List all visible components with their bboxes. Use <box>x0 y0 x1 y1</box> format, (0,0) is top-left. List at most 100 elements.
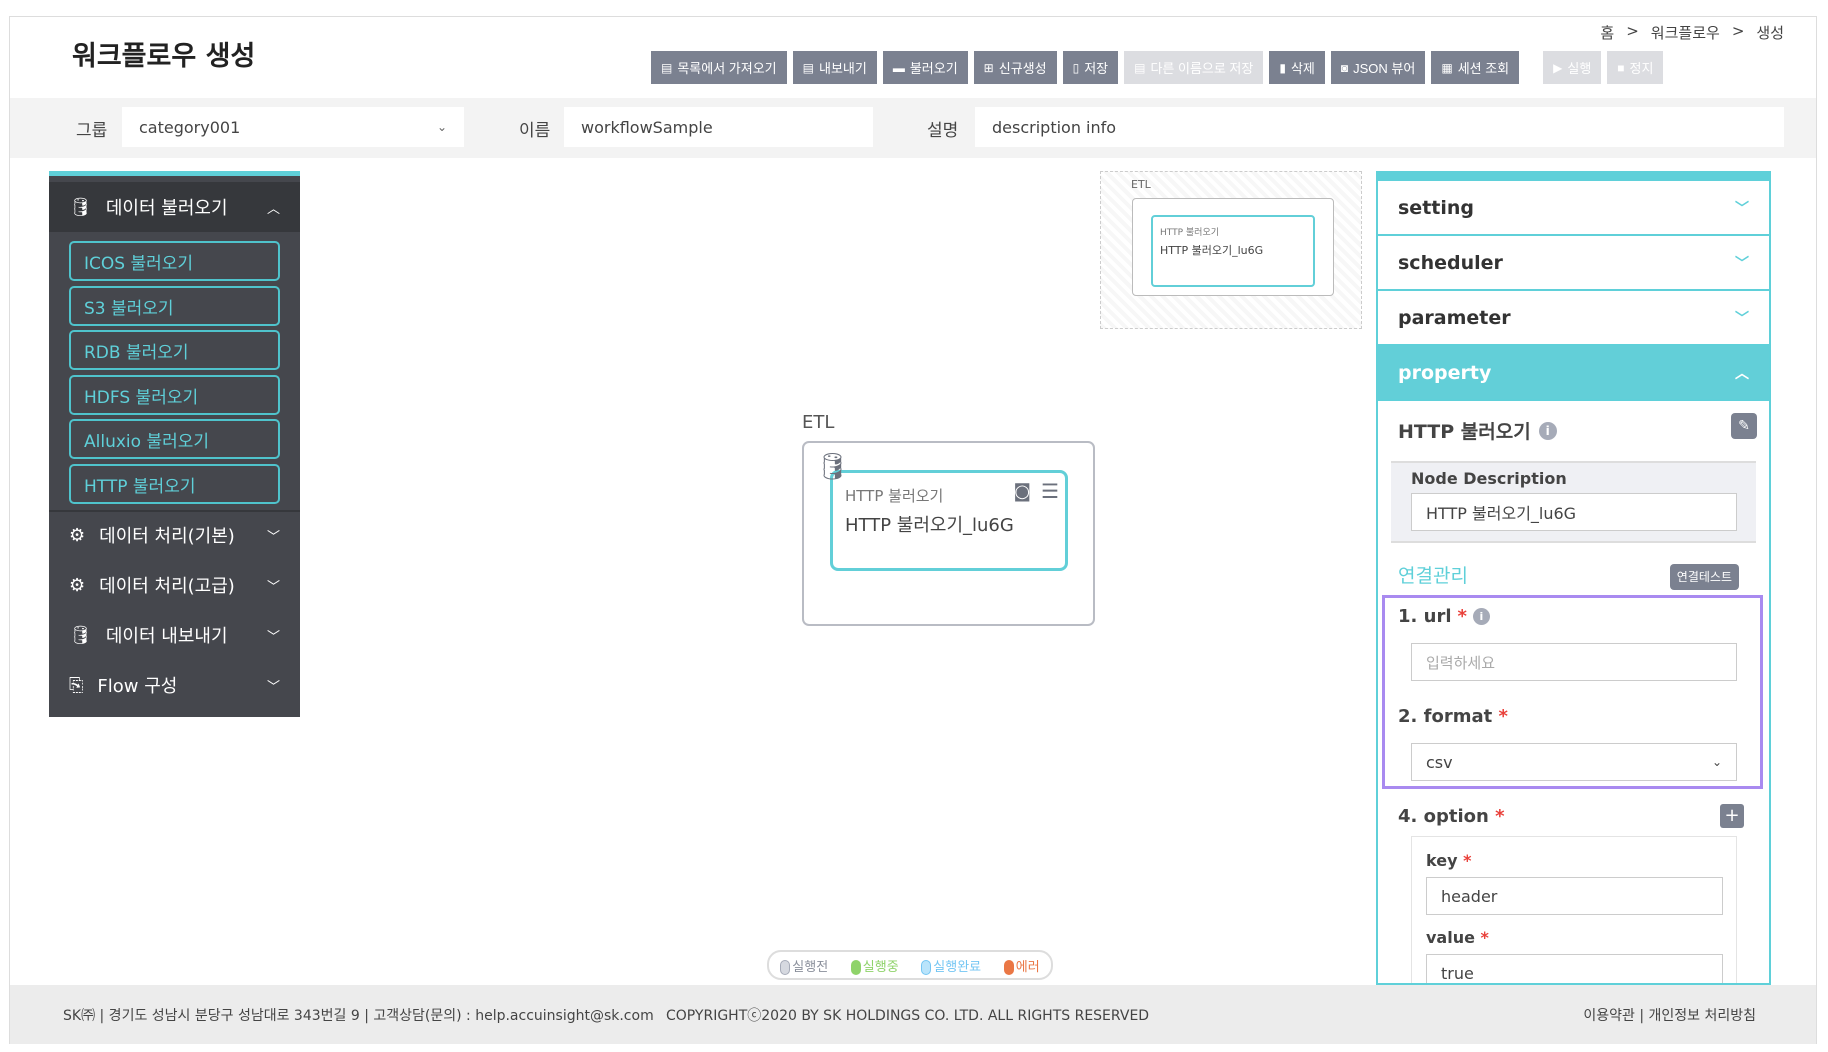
section-data-processing-basic[interactable]: ⚙ 데이터 처리(기본) ﹀ <box>49 510 300 560</box>
status-dot-icon <box>780 959 791 975</box>
description-input[interactable]: description info <box>975 107 1784 147</box>
url-label: 1. url * i <box>1398 606 1490 627</box>
breadcrumb-home[interactable]: 홈 <box>1600 22 1614 43</box>
run-button[interactable]: ▶ 실행 <box>1543 51 1602 84</box>
connection-test-button[interactable]: 연결테스트 <box>1669 564 1739 590</box>
section-data-import[interactable]: 🛢 데이터 불러오기 ︿ <box>49 182 300 232</box>
gear-icon: ⚙ <box>69 574 86 596</box>
chevron-down-icon: ﹀ <box>266 629 280 645</box>
format-select[interactable]: csv ⌄ <box>1411 743 1737 781</box>
accordion-property[interactable]: property ︿ <box>1378 346 1769 401</box>
breadcrumb: 홈 > 워크플로우 > 생성 <box>1600 22 1784 43</box>
section-data-export[interactable]: 🛢 데이터 내보내기 ﹀ <box>49 610 300 660</box>
info-icon[interactable]: i <box>1472 608 1490 625</box>
chevron-down-icon: ﹀ <box>1735 200 1749 217</box>
section-label: Flow 구성 <box>97 676 178 697</box>
button-label: 세션 조회 <box>1457 61 1510 76</box>
json-icon: ◙ <box>1340 60 1349 75</box>
export-button[interactable]: ▤ 내보내기 <box>792 51 877 84</box>
info-icon[interactable]: i <box>1538 421 1557 440</box>
option-label: 4. option * <box>1398 806 1505 827</box>
legend-item: 실행완료 <box>921 956 981 975</box>
group-label: 그룹 <box>76 121 108 141</box>
http-node[interactable]: HTTP 불러오기 HTTP 불러오기_lu6G ◙ ☰ <box>830 470 1068 571</box>
button-label: 다른 이름으로 저장 <box>1150 61 1254 76</box>
node-palette: 🛢 데이터 불러오기 ︿ ICOS 불러오기 S3 불러오기 RDB 불러오기 HD… <box>49 171 300 717</box>
legend-item: 에러 <box>1003 956 1040 975</box>
button-label: 삭제 <box>1290 61 1315 76</box>
palette-item-icos[interactable]: ICOS 불러오기 <box>69 241 280 281</box>
group-label: ETL <box>802 412 835 433</box>
minimap[interactable]: ETL HTTP 불러오기 HTTP 불러오기_lu6G <box>1100 171 1362 329</box>
plus-square-icon: ⊞ <box>983 60 994 75</box>
value-input[interactable]: true <box>1426 954 1723 983</box>
add-option-button[interactable]: + <box>1720 804 1744 828</box>
footer-terms-link[interactable]: 이용약관 | 개인정보 처리방침 <box>1583 1005 1756 1025</box>
chevron-down-icon: ﹀ <box>266 529 280 545</box>
name-input[interactable]: workflowSample <box>564 107 873 147</box>
accordion-setting[interactable]: setting ﹀ <box>1378 181 1769 236</box>
description-label: 설명 <box>927 121 959 141</box>
accordion-parameter[interactable]: parameter ﹀ <box>1378 291 1769 346</box>
section-label: 데이터 처리(고급) <box>99 576 235 597</box>
url-input[interactable]: 입력하세요 <box>1411 643 1737 681</box>
breadcrumb-workflow[interactable]: 워크플로우 <box>1651 22 1720 43</box>
save-button[interactable]: ▯ 저장 <box>1062 51 1119 84</box>
section-label: 데이터 처리(기본) <box>99 526 235 547</box>
edit-icon[interactable]: ✎ <box>1731 413 1757 439</box>
camera-icon[interactable]: ◙ <box>1014 481 1031 502</box>
name-label: 이름 <box>519 121 551 141</box>
node-name: HTTP 불러오기_lu6G <box>845 515 1014 536</box>
legend-item: 실행전 <box>780 956 828 975</box>
load-button[interactable]: ▬ 불러오기 <box>882 51 968 84</box>
section-label: 데이터 내보내기 <box>105 626 228 647</box>
list-icon[interactable]: ☰ <box>1041 479 1059 503</box>
import-from-list-button[interactable]: ▤ 목록에서 가져오기 <box>651 51 787 84</box>
session-search-button[interactable]: ▦ 세션 조회 <box>1431 51 1520 84</box>
save-as-icon: ▤ <box>1134 60 1146 75</box>
delete-button[interactable]: ▮ 삭제 <box>1269 51 1325 84</box>
save-icon: ▯ <box>1072 60 1080 75</box>
group-select[interactable]: category001 ⌄ <box>122 107 464 147</box>
chevron-down-icon: ﹀ <box>1735 255 1749 272</box>
key-input[interactable]: header <box>1426 877 1723 915</box>
palette-item-hdfs[interactable]: HDFS 불러오기 <box>69 375 280 415</box>
option-item: key * header value * true <box>1411 836 1737 983</box>
footer: SK㈜ | 경기도 성남시 분당구 성남대로 343번길 9 | 고객상담(문의… <box>10 985 1816 1044</box>
section-label: 데이터 불러오기 <box>105 198 228 219</box>
value-label: value * <box>1426 928 1489 947</box>
page-title: 워크플로우 생성 <box>72 41 256 72</box>
node-type: HTTP 불러오기 <box>845 487 944 505</box>
chevron-down-icon: ⌄ <box>436 120 447 134</box>
save-as-button[interactable]: ▤ 다른 이름으로 저장 <box>1124 51 1264 84</box>
chevron-up-icon: ︿ <box>1735 365 1749 382</box>
stop-button[interactable]: ■ 정지 <box>1607 51 1664 84</box>
play-icon: ▶ <box>1553 60 1563 75</box>
database-import-icon: 🛢 <box>69 196 92 218</box>
node-title: HTTP 불러오기 i <box>1398 417 1557 444</box>
status-dot-icon <box>850 959 861 975</box>
button-label: 불러오기 <box>909 61 958 76</box>
node-description-input[interactable]: HTTP 불러오기_lu6G <box>1411 493 1737 531</box>
minimap-node-name: HTTP 불러오기_lu6G <box>1160 244 1264 257</box>
button-label: 정지 <box>1629 61 1654 76</box>
palette-item-rdb[interactable]: RDB 불러오기 <box>69 330 280 370</box>
minimap-node-type: HTTP 불러오기 <box>1160 228 1220 238</box>
node-description-section: Node Description HTTP 불러오기_lu6G <box>1391 461 1756 543</box>
format-value: csv <box>1426 752 1453 772</box>
palette-item-s3[interactable]: S3 불러오기 <box>69 286 280 326</box>
palette-item-http[interactable]: HTTP 불러오기 <box>69 464 280 504</box>
format-label: 2. format * <box>1398 706 1508 727</box>
new-button[interactable]: ⊞ 신규생성 <box>973 51 1057 84</box>
accordion-scheduler[interactable]: scheduler ﹀ <box>1378 236 1769 291</box>
minimap-node: HTTP 불러오기 HTTP 불러오기_lu6G <box>1151 215 1315 287</box>
button-label: 실행 <box>1567 61 1592 76</box>
minimap-group-label: ETL <box>1131 178 1151 191</box>
section-flow[interactable]: ⎘ Flow 구성 ﹀ <box>49 660 300 710</box>
palette-item-alluxio[interactable]: Alluxio 불러오기 <box>69 419 280 459</box>
gear-icon: ⚙ <box>69 524 86 546</box>
flow-icon: ⎘ <box>69 674 84 696</box>
section-data-processing-advanced[interactable]: ⚙ 데이터 처리(고급) ﹀ <box>49 560 300 610</box>
json-viewer-button[interactable]: ◙ JSON 뷰어 <box>1330 51 1426 84</box>
chevron-right-icon: > <box>1626 22 1639 40</box>
